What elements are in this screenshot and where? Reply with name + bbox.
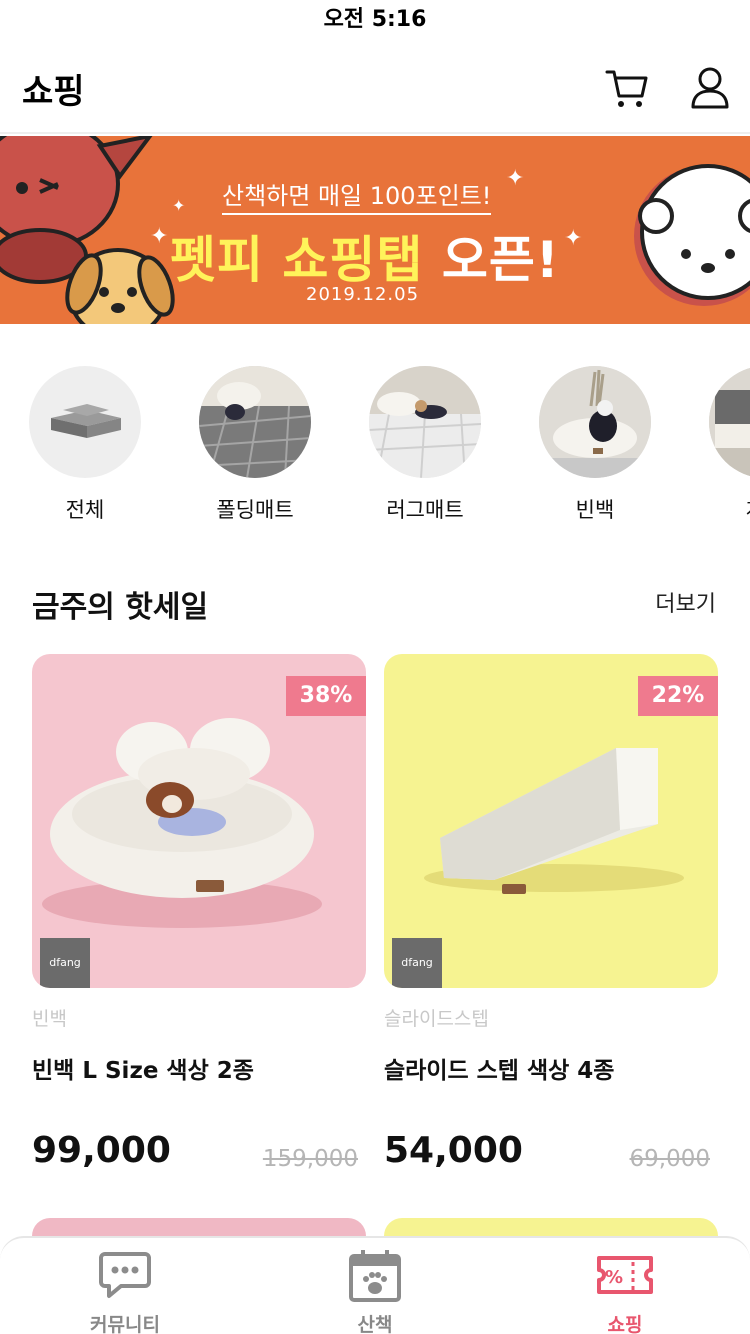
category-image	[539, 366, 651, 478]
category-label: 전체	[65, 498, 105, 522]
category-label: 계단	[700, 494, 750, 524]
product-name: 슬라이드 스텝 색상 4종	[384, 1058, 615, 1084]
page-title: 쇼핑	[22, 72, 85, 112]
profile-button[interactable]	[688, 66, 732, 110]
product-card[interactable]: 22% dfang 슬라이드스텝 슬라이드 스텝 색상 4종 54,000 69…	[384, 654, 718, 1172]
svg-text:%: %	[605, 1267, 623, 1288]
category-image	[199, 366, 311, 478]
product-category: 빈백	[32, 1008, 67, 1030]
category-image	[369, 366, 481, 478]
sparkle-icon: ✦	[506, 166, 525, 191]
product-name: 빈백 L Size 색상 2종	[32, 1058, 254, 1084]
more-link[interactable]: 더보기	[655, 586, 716, 618]
calendar-paw-icon	[349, 1250, 401, 1302]
sparkle-icon: ✦	[172, 196, 186, 215]
product-price: 99,000	[32, 1130, 171, 1171]
tab-shopping[interactable]: % 쇼핑	[550, 1238, 700, 1334]
discount-badge: 38%	[286, 676, 366, 716]
product-category: 슬라이드스텝	[384, 1008, 489, 1030]
tab-label: 커뮤니티	[90, 1314, 160, 1334]
status-time: 오전 5:16	[323, 7, 427, 32]
category-strip[interactable]: 전체 폴딩매트 러그매트 빈백	[0, 366, 750, 526]
tab-label: 쇼핑	[607, 1314, 643, 1334]
category-label: 빈백	[575, 498, 615, 522]
promo-banner[interactable]: ✦ ✦ ✦ ✦ 산책하면 매일 100포인트! 펫피 쇼핑탭 오픈! 2019.…	[0, 136, 750, 324]
product-image: 38% dfang	[32, 654, 366, 988]
banner-date: 2019.12.05	[306, 284, 420, 305]
category-item-folding-mat[interactable]: 폴딩매트	[190, 366, 320, 524]
product-original-price: 69,000	[629, 1146, 710, 1172]
profile-icon	[691, 67, 729, 109]
category-image	[709, 366, 750, 478]
category-label: 폴딩매트	[216, 498, 294, 522]
sparkle-icon: ✦	[564, 226, 583, 251]
category-item-rug-mat[interactable]: 러그매트	[360, 366, 490, 524]
status-bar: 오전 5:16	[0, 0, 750, 40]
dog-illustration-right	[634, 164, 750, 306]
tab-walk[interactable]: 산책	[300, 1238, 450, 1334]
product-image: 22% dfang	[384, 654, 718, 988]
tab-bar: 커뮤니티 산책 % 쇼핑	[0, 1236, 750, 1334]
cart-icon	[605, 70, 648, 107]
category-item-beanbag[interactable]: 빈백	[530, 366, 660, 524]
sparkle-icon: ✦	[150, 224, 169, 249]
tab-label: 산책	[357, 1314, 393, 1334]
brand-logo: dfang	[40, 938, 90, 988]
category-item-all[interactable]: 전체	[20, 366, 150, 524]
category-label: 러그매트	[386, 498, 464, 522]
category-image	[29, 366, 141, 478]
product-price: 54,000	[384, 1130, 523, 1171]
brand-logo: dfang	[392, 938, 442, 988]
chat-bubble-icon	[99, 1252, 151, 1298]
cart-button[interactable]	[604, 66, 650, 110]
nav-header: 쇼핑	[0, 40, 750, 134]
product-original-price: 159,000	[262, 1146, 358, 1172]
banner-title-highlight: 펫피 쇼핑탭	[170, 231, 424, 289]
tab-community[interactable]: 커뮤니티	[50, 1238, 200, 1334]
discount-badge: 22%	[638, 676, 718, 716]
banner-title-rest: 오픈!	[441, 231, 560, 289]
banner-subtitle: 산책하면 매일 100포인트!	[222, 176, 492, 215]
product-card[interactable]: 38% dfang 빈백 빈백 L Size 색상 2종 99,000 159,…	[32, 654, 366, 1172]
section-title: 금주의 핫세일	[32, 590, 209, 625]
category-item-stairs[interactable]: 계단	[700, 366, 750, 524]
banner-title: 펫피 쇼핑탭 오픈!	[170, 220, 560, 292]
coupon-icon: %	[597, 1256, 653, 1294]
